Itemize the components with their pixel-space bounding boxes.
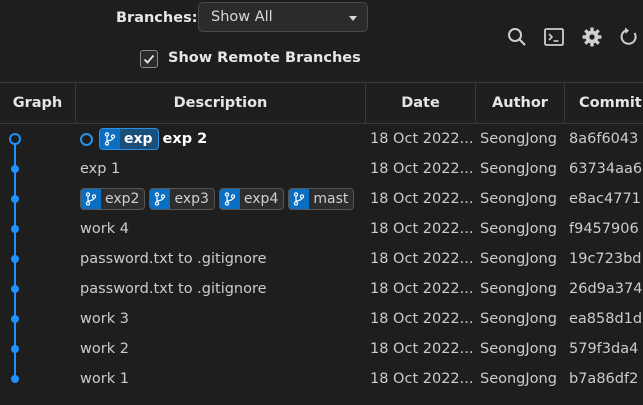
commit-hash: 579f3da4 — [569, 341, 639, 357]
branch-badge[interactable]: exp2 — [80, 188, 146, 210]
commit-date: 18 Oct 2022... — [370, 251, 474, 267]
terminal-icon[interactable] — [543, 26, 565, 48]
commit-description-cell: work 2 — [80, 334, 365, 364]
commit-message: password.txt to .gitignore — [80, 281, 267, 297]
commit-author: SeongJong — [480, 131, 557, 147]
branch-badge-label: exp2 — [105, 191, 140, 207]
commit-hash: 8a6f6043 — [569, 131, 639, 147]
commit-date: 18 Oct 2022... — [370, 191, 474, 207]
commit-description-cell: work 4 — [80, 214, 365, 244]
commit-row[interactable]: exp exp 2 18 Oct 2022... SeongJong 8a6f6043 — [0, 124, 643, 154]
commit-hash: 63734aa6 — [569, 161, 643, 177]
commit-date: 18 Oct 2022... — [370, 131, 474, 147]
commit-author: SeongJong — [480, 371, 557, 387]
git-branch-icon — [289, 189, 310, 209]
branch-badge[interactable]: exp4 — [218, 188, 285, 210]
commit-message: exp 2 — [162, 131, 208, 147]
git-branch-icon — [100, 129, 120, 149]
commit-date: 18 Oct 2022... — [370, 161, 474, 177]
commit-description-cell: work 3 — [80, 304, 365, 334]
branches-dropdown-value: Show All — [211, 9, 273, 25]
commit-message: work 3 — [80, 311, 129, 327]
commit-row[interactable]: work 4 18 Oct 2022... SeongJong f9457906 — [0, 214, 643, 244]
column-description[interactable]: Description — [76, 83, 365, 123]
commit-date: 18 Oct 2022... — [370, 371, 474, 387]
commit-author: SeongJong — [480, 191, 557, 207]
commit-author: SeongJong — [480, 281, 557, 297]
column-author[interactable]: Author — [476, 83, 564, 123]
commit-author: SeongJong — [480, 221, 557, 237]
commit-row[interactable]: password.txt to .gitignore 18 Oct 2022...… — [0, 274, 643, 304]
checkmark-icon — [143, 54, 155, 64]
commit-message: password.txt to .gitignore — [80, 251, 267, 267]
commit-date: 18 Oct 2022... — [370, 311, 474, 327]
branch-badge-label: exp3 — [174, 191, 209, 207]
branch-badge-label: exp4 — [243, 191, 279, 207]
commit-row[interactable]: exp 1 18 Oct 2022... SeongJong 63734aa6 — [0, 154, 643, 184]
search-icon[interactable] — [506, 26, 528, 48]
column-commit[interactable]: Commit — [565, 83, 643, 123]
commit-message: exp 1 — [80, 161, 121, 177]
refresh-icon[interactable] — [618, 26, 640, 48]
commit-author: SeongJong — [480, 161, 557, 177]
toolbar: Branches: Show All Show Remote Branches — [0, 0, 643, 82]
git-branch-icon — [81, 189, 101, 209]
commit-hash: e8ac4771 — [569, 191, 641, 207]
show-remote-checkbox[interactable] — [140, 50, 158, 68]
commit-row[interactable]: work 1 18 Oct 2022... SeongJong b7a86df2 — [0, 364, 643, 394]
commit-message: work 4 — [80, 221, 129, 237]
commit-description-cell: exp2 exp3 exp4 mast — [80, 184, 365, 214]
head-indicator-icon — [80, 132, 93, 146]
gear-icon[interactable] — [581, 26, 603, 48]
commit-hash: ea858d1d — [569, 311, 643, 327]
commit-author: SeongJong — [480, 251, 557, 267]
branches-label: Branches: — [116, 10, 198, 26]
git-branch-icon — [219, 189, 240, 209]
commit-message: work 1 — [80, 371, 129, 387]
commit-description-cell: password.txt to .gitignore — [80, 244, 365, 274]
branches-dropdown[interactable]: Show All — [198, 2, 368, 32]
commit-description-cell: password.txt to .gitignore — [80, 274, 365, 304]
branch-badge[interactable]: exp3 — [149, 188, 215, 210]
chevron-down-icon — [349, 16, 357, 21]
column-date[interactable]: Date — [366, 83, 475, 123]
commit-row[interactable]: exp2 exp3 exp4 mast 18 Oct 2022... SeongJong e… — [0, 184, 643, 214]
commit-row[interactable]: work 3 18 Oct 2022... SeongJong ea858d1d — [0, 304, 643, 334]
show-remote-label: Show Remote Branches — [168, 50, 361, 66]
commit-description-cell: exp 1 — [80, 154, 365, 184]
branch-badge-label: mast — [313, 191, 349, 207]
commit-hash: 26d9a374 — [569, 281, 643, 297]
commit-hash: f9457906 — [569, 221, 639, 237]
branch-badge[interactable]: exp — [99, 128, 159, 150]
commit-author: SeongJong — [480, 341, 557, 357]
column-header-row: Graph Description Date Author Commit — [0, 82, 643, 124]
commit-hash: b7a86df2 — [569, 371, 639, 387]
commit-date: 18 Oct 2022... — [370, 221, 474, 237]
git-branch-icon — [150, 189, 171, 209]
commit-message: work 2 — [80, 341, 129, 357]
commit-date: 18 Oct 2022... — [370, 341, 474, 357]
branch-badge[interactable]: mast — [288, 188, 355, 210]
commit-row[interactable]: work 2 18 Oct 2022... SeongJong 579f3da4 — [0, 334, 643, 364]
column-graph[interactable]: Graph — [0, 83, 75, 123]
commit-hash: 19c723bd — [569, 251, 642, 267]
commit-description-cell: exp exp 2 — [80, 124, 365, 154]
commit-date: 18 Oct 2022... — [370, 281, 474, 297]
commit-description-cell: work 1 — [80, 364, 365, 394]
branch-badge-label: exp — [124, 131, 153, 147]
commit-author: SeongJong — [480, 311, 557, 327]
commit-row[interactable]: password.txt to .gitignore 18 Oct 2022...… — [0, 244, 643, 274]
